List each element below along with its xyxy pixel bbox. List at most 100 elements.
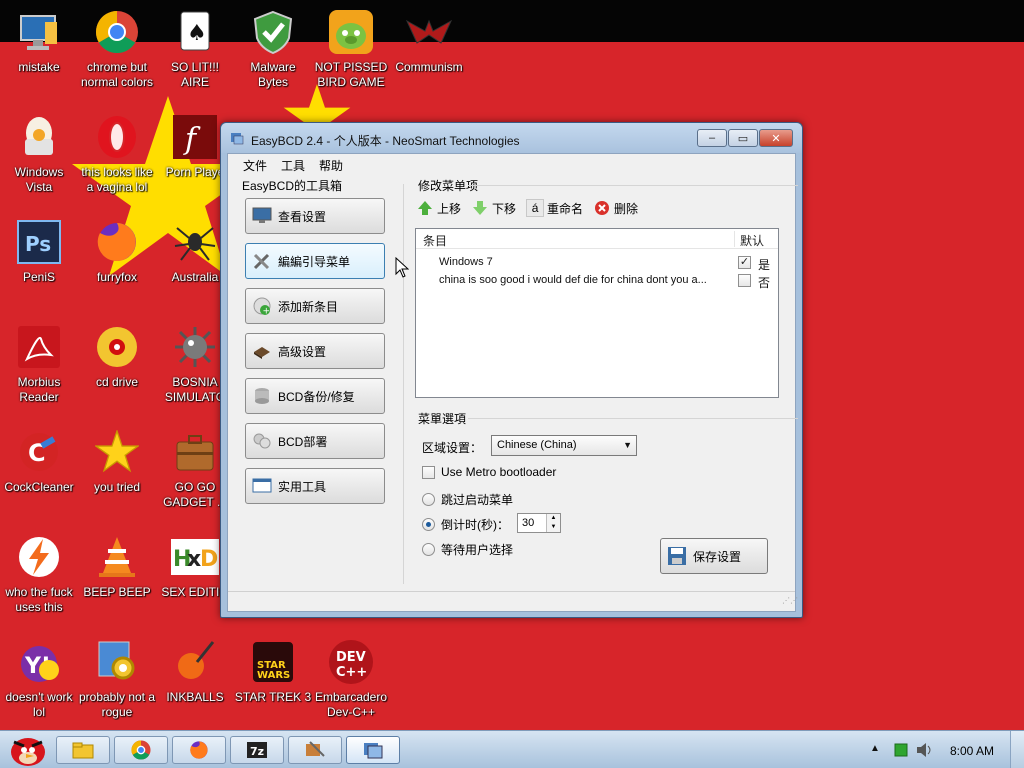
battery-icon[interactable] [894, 743, 908, 757]
wait-user-choice-radio[interactable]: 等待用户选择 [422, 541, 513, 558]
arrow-up-icon [416, 199, 434, 217]
countdown-radio[interactable]: 倒计时(秒)： [422, 516, 509, 533]
skip-boot-menu-radio[interactable]: 跳过启动菜单 [422, 491, 513, 508]
taskbar-explorer[interactable] [56, 736, 110, 764]
column-entry[interactable]: 条目 [423, 232, 447, 249]
menu-file[interactable]: 文件 [236, 154, 274, 174]
deploy-icon [252, 431, 272, 451]
spinner-arrows[interactable]: ▲ ▼ [546, 514, 560, 532]
desktop-icon-cd-drive[interactable]: cd drive [78, 323, 156, 390]
default-checkbox[interactable]: ✓ [738, 256, 751, 269]
chip-icon [252, 341, 272, 361]
clock[interactable]: 8:00 AM [950, 744, 994, 758]
briefcase-icon [171, 428, 219, 476]
egg-icon [15, 113, 63, 161]
desktop-icon-opera[interactable]: this looks like a vagina lol [78, 113, 156, 195]
angry-bird-start-icon [11, 738, 45, 766]
minimize-button[interactable]: – [697, 129, 727, 147]
metro-bootloader-checkbox[interactable]: Use Metro bootloader [422, 465, 556, 479]
shield-icon [249, 8, 297, 56]
desktop-icon-morbius-reader[interactable]: Morbius Reader [0, 323, 78, 405]
default-checkbox[interactable] [738, 274, 751, 287]
countdown-seconds-input[interactable]: 30 ▲ ▼ [517, 513, 561, 533]
column-default[interactable]: 默认 [740, 232, 764, 249]
boot-entry-list[interactable]: 条目 默认 Windows 7 ✓ 是 china is soo good i … [415, 228, 779, 398]
devcpp-icon: DEV C++ [327, 638, 375, 686]
radio-button[interactable] [422, 543, 435, 556]
show-desktop-button[interactable] [1010, 731, 1024, 768]
rename-button[interactable]: á 重命名 [526, 199, 583, 217]
view-settings-button[interactable]: 查看设置 [245, 198, 385, 234]
desktop-icon-rogue[interactable]: probably not a rogue [78, 638, 156, 720]
resize-grip-icon[interactable]: ⋰⋰ [782, 597, 798, 608]
volume-icon[interactable] [915, 742, 933, 758]
locale-dropdown[interactable]: Chinese (China) ▼ [491, 435, 637, 456]
svg-text:Ps: Ps [25, 232, 51, 256]
desktop-icon-chrome[interactable]: chrome but normal colors [78, 8, 156, 90]
vlc-cone-icon [93, 533, 141, 581]
column-separator [734, 231, 735, 247]
desktop-icon-communism[interactable]: Communism [390, 8, 468, 75]
move-up-button[interactable]: 上移 [416, 199, 461, 217]
taskbar-firefox[interactable] [172, 736, 226, 764]
locale-label: 区域设置： [422, 441, 483, 455]
add-new-entry-button[interactable]: + 添加新条目 [245, 288, 385, 324]
default-value: 是 [758, 258, 771, 272]
taskbar-chrome[interactable] [114, 736, 168, 764]
radio-button[interactable] [422, 518, 435, 531]
menu-help[interactable]: 帮助 [312, 154, 350, 174]
section-divider [468, 185, 798, 186]
start-button[interactable] [2, 732, 50, 768]
photoshop-icon: Ps [15, 218, 63, 266]
table-row[interactable]: china is soo good i would def die for ch… [416, 272, 778, 290]
desktop-icon-firefox[interactable]: furryfox [78, 218, 156, 285]
desktop-icon-star-trek[interactable]: STAR WARS STAR TREK 3 [234, 638, 312, 705]
bcd-deployment-button[interactable]: BCD部署 [245, 423, 385, 459]
modify-toolbar: 上移 下移 á 重命名 删除 [416, 199, 648, 217]
avast-icon [15, 533, 63, 581]
firefox-icon [190, 741, 208, 759]
bcd-backup-repair-button[interactable]: BCD备份/修复 [245, 378, 385, 414]
easybcd-window-icon [364, 743, 383, 759]
window-titlebar[interactable]: EasyBCD 2.4 - 个人版本 - NeoSmart Technologi… [221, 123, 802, 153]
radio-button[interactable] [422, 493, 435, 506]
desktop-icon-you-tried[interactable]: you tried [78, 428, 156, 495]
maximize-button[interactable]: ▭ [728, 129, 758, 147]
desktop-icon-inkballs[interactable]: INKBALLS [156, 638, 234, 705]
utilities-button[interactable]: 实用工具 [245, 468, 385, 504]
svg-text:C++: C++ [336, 665, 367, 680]
toolbox-title: EasyBCD的工具箱 [242, 179, 343, 193]
show-hidden-icons-icon[interactable]: ▲ [870, 743, 880, 754]
save-settings-button[interactable]: 保存设置 [660, 538, 768, 574]
taskbar-easybcd-window[interactable] [346, 736, 400, 764]
close-button[interactable]: ✕ [759, 129, 793, 147]
entry-name: china is soo good i would def die for ch… [439, 274, 707, 286]
desktop-icon-avast[interactable]: who the fuck uses this [0, 533, 78, 615]
svg-text:7z: 7z [250, 745, 264, 758]
desktop-icon-windows-vista[interactable]: Windows Vista [0, 113, 78, 195]
edit-boot-menu-button[interactable]: 編編引导菜单 [245, 243, 385, 279]
communism-icon [405, 8, 453, 56]
delete-button[interactable]: 删除 [593, 199, 638, 217]
solitaire-icon: ♠ [171, 8, 219, 56]
advanced-settings-button[interactable]: 高级设置 [245, 333, 385, 369]
table-row[interactable]: Windows 7 ✓ 是 [416, 254, 778, 272]
menu-tools[interactable]: 工具 [274, 154, 312, 174]
desktop-icon-ccleaner[interactable]: C CockCleaner [0, 428, 78, 495]
svg-text:+: + [263, 307, 271, 317]
desktop-icon-photoshop[interactable]: Ps PeniS [0, 218, 78, 285]
checkbox-box[interactable] [422, 465, 435, 479]
desktop-icon-devcpp[interactable]: DEV C++ Embarcadero Dev-C++ [312, 638, 390, 720]
move-down-button[interactable]: 下移 [471, 199, 516, 217]
taskbar-7zip[interactable]: 7z [230, 736, 284, 764]
desktop-icon-beep-beep[interactable]: BEEP BEEP [78, 533, 156, 600]
desktop-icon-mistake[interactable]: mistake [0, 8, 78, 75]
svg-text:WARS: WARS [257, 670, 290, 681]
desktop-icon-bird-game[interactable]: NOT PISSED BIRD GAME [312, 8, 390, 90]
desktop-icon-solitaire[interactable]: ♠ SO LIT!!! AIRE [156, 8, 234, 90]
desktop-icon-yahoo[interactable]: Y! doesn't work lol [0, 638, 78, 720]
taskbar-easybcd[interactable] [288, 736, 342, 764]
desktop-icon-malwarebytes[interactable]: Malware Bytes [234, 8, 312, 90]
bird-game-icon [327, 8, 375, 56]
database-icon [252, 386, 272, 406]
